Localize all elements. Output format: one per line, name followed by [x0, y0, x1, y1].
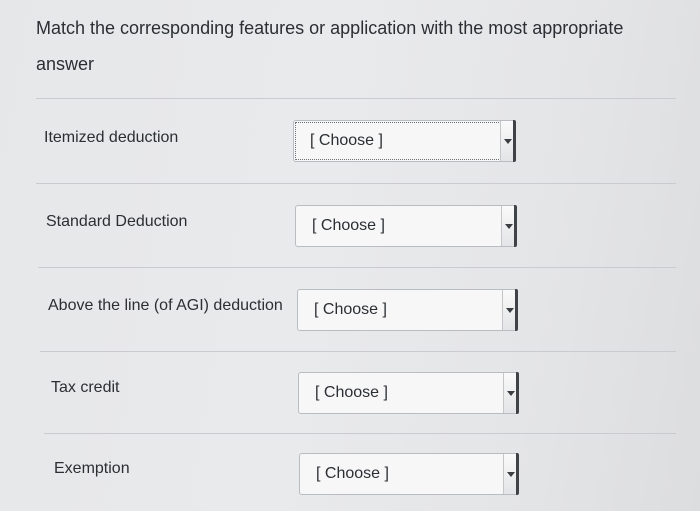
match-label-standard-deduction: Standard Deduction — [46, 213, 188, 230]
chevron-down-icon — [500, 121, 514, 161]
match-label-itemized-deduction: Itemized deduction — [44, 129, 179, 146]
question-text: Match the corresponding features or appl… — [36, 18, 624, 74]
answer-select-standard-deduction[interactable]: [ Choose ] — [295, 205, 517, 247]
answer-select-exemption[interactable]: [ Choose ] — [299, 453, 519, 495]
answer-select-itemized-deduction[interactable]: [ Choose ] — [293, 120, 516, 162]
select-value: [ Choose ] — [310, 132, 383, 149]
select-edge — [513, 120, 516, 162]
answer-select-above-the-line-deduction[interactable]: [ Choose ] — [297, 289, 518, 331]
divider — [36, 183, 676, 184]
select-edge — [516, 372, 519, 414]
select-edge — [516, 453, 519, 495]
answer-select-tax-credit[interactable]: [ Choose ] — [298, 372, 519, 414]
select-edge — [514, 205, 517, 247]
chevron-down-icon — [503, 454, 517, 494]
divider — [44, 433, 676, 434]
select-value: [ Choose ] — [312, 217, 385, 234]
match-label-exemption: Exemption — [54, 460, 130, 477]
select-edge — [515, 289, 518, 331]
select-value: [ Choose ] — [314, 301, 387, 318]
chevron-down-icon — [503, 373, 517, 413]
divider — [38, 267, 676, 268]
divider — [40, 351, 676, 352]
select-value: [ Choose ] — [315, 384, 388, 401]
match-label-tax-credit: Tax credit — [51, 379, 120, 396]
chevron-down-icon — [501, 206, 515, 246]
select-value: [ Choose ] — [316, 465, 389, 482]
match-label-above-the-line-deduction: Above the line (of AGI) deduction — [48, 297, 283, 314]
chevron-down-icon — [502, 290, 516, 330]
quiz-question-panel: Match the corresponding features or appl… — [0, 0, 700, 511]
divider — [36, 98, 676, 99]
